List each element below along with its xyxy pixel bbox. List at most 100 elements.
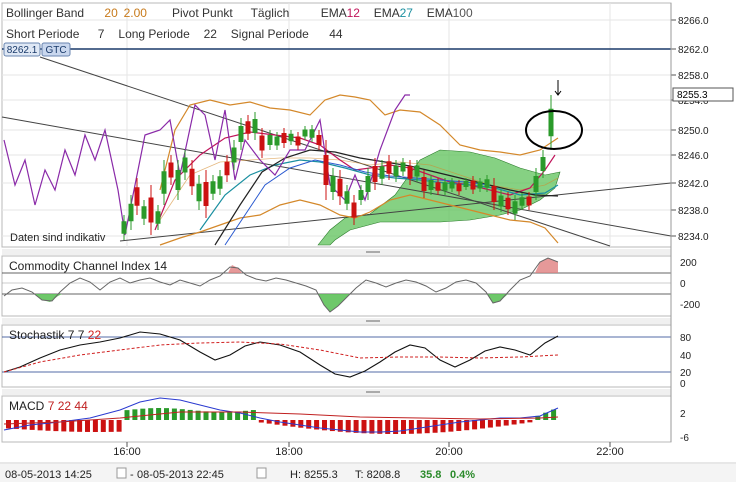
candle-body[interactable] — [121, 221, 127, 234]
candle-body[interactable] — [189, 168, 195, 187]
candle-body[interactable] — [351, 202, 357, 218]
macd-bar — [440, 420, 446, 433]
legend-token: EMA — [321, 6, 347, 20]
candle-body[interactable] — [470, 180, 476, 190]
stochastic-panel[interactable] — [1, 324, 672, 388]
candle-body[interactable] — [323, 155, 329, 185]
candle-body[interactable] — [477, 181, 483, 189]
macd-bar — [408, 420, 414, 434]
candle-body[interactable] — [456, 183, 462, 192]
price-tick: 8258.0 — [678, 71, 709, 82]
price-tick: 8246.0 — [678, 151, 709, 162]
range-start: 08-05-2013 14:25 — [5, 469, 92, 481]
candle-body[interactable] — [288, 133, 294, 142]
svg-text:-: - — [130, 469, 134, 481]
candle-body[interactable] — [203, 182, 209, 206]
chart-canvas[interactable]: 8262.1 GTC Bollinger Band 20 2.00 Pivot Pun… — [0, 0, 736, 482]
candle-body[interactable] — [337, 178, 343, 197]
candle-body[interactable] — [449, 181, 455, 189]
macd-bar — [480, 420, 485, 429]
candle-body[interactable] — [463, 181, 469, 187]
candle-body[interactable] — [533, 176, 539, 192]
candle-body[interactable] — [540, 157, 546, 171]
candle-body[interactable] — [259, 135, 265, 151]
macd-bar — [116, 420, 122, 432]
candle-body[interactable] — [217, 176, 223, 189]
macd-bar — [250, 410, 256, 420]
candle-body[interactable] — [512, 201, 518, 214]
legend-token: 20 — [104, 6, 118, 20]
macd-bar — [85, 420, 90, 432]
candle-body[interactable] — [245, 121, 251, 134]
range-start-picker[interactable] — [116, 467, 127, 479]
candle-body[interactable] — [498, 195, 504, 207]
candle-body[interactable] — [281, 133, 287, 143]
candle-body[interactable] — [358, 190, 364, 200]
candle-body[interactable] — [428, 180, 434, 190]
macd-bar — [298, 420, 304, 428]
candle-body[interactable] — [155, 211, 161, 224]
candle-body[interactable] — [134, 187, 140, 206]
candle-body[interactable] — [224, 161, 230, 176]
candle-body[interactable] — [519, 197, 525, 206]
candle-body[interactable] — [393, 165, 399, 177]
candle-body[interactable] — [344, 191, 350, 204]
candle-body[interactable] — [238, 126, 244, 142]
panel-splitter[interactable] — [2, 249, 671, 255]
legend-line-2: Short Periode 7 Long Periode 22 Signal Perio… — [6, 27, 343, 41]
candle-body[interactable] — [196, 183, 202, 202]
panel-splitter[interactable] — [2, 389, 671, 395]
candle-body[interactable] — [330, 176, 336, 192]
candle-body[interactable] — [435, 182, 441, 191]
candle-body[interactable] — [175, 170, 181, 190]
range-end-picker[interactable] — [256, 467, 267, 479]
candle-body[interactable] — [267, 135, 273, 145]
candle-body[interactable] — [372, 166, 378, 182]
candle-body[interactable] — [526, 196, 532, 206]
candle-body[interactable] — [442, 182, 448, 191]
macd-bar — [77, 420, 83, 432]
candle-body[interactable] — [548, 108, 554, 137]
macd-bar — [353, 420, 359, 433]
macd-bar — [132, 409, 138, 420]
candle-body[interactable] — [407, 166, 413, 179]
candle-body[interactable] — [274, 136, 280, 146]
candle-body[interactable] — [252, 119, 258, 133]
candle-body[interactable] — [161, 171, 167, 194]
candle-body[interactable] — [182, 157, 188, 173]
macd-bar — [511, 420, 517, 425]
candle-body[interactable] — [210, 181, 216, 194]
candle-body[interactable] — [231, 147, 237, 163]
legend-token: 2.00 — [124, 6, 148, 20]
candle-body[interactable] — [491, 186, 497, 202]
legend-token: EMA — [427, 6, 453, 20]
price-tick: 8266.0 — [678, 16, 709, 27]
candle-body[interactable] — [302, 129, 308, 137]
legend-token: Signal Periode — [231, 27, 309, 41]
candle-body[interactable] — [168, 162, 174, 178]
candle-body[interactable] — [379, 166, 385, 179]
legend-token: 22 — [204, 27, 218, 41]
macd-title: MACD 7 22 44 — [9, 399, 88, 413]
macd-bar — [361, 420, 367, 434]
legend-token: Täglich — [251, 6, 290, 20]
macd-tick: -6 — [680, 433, 689, 444]
candle-body[interactable] — [484, 179, 490, 188]
candle-body[interactable] — [400, 162, 406, 172]
panel-splitter[interactable] — [2, 318, 671, 324]
candle-body[interactable] — [309, 129, 315, 138]
candle-body[interactable] — [365, 176, 371, 192]
candle-body[interactable] — [421, 177, 427, 191]
candle-body[interactable] — [141, 206, 147, 219]
candle-body[interactable] — [148, 197, 154, 223]
candle-body[interactable] — [505, 197, 511, 210]
candle-body[interactable] — [386, 161, 392, 174]
stochastic-tick: 0 — [680, 379, 686, 390]
candle-body[interactable] — [128, 203, 134, 222]
price-tick: 8234.0 — [678, 232, 709, 243]
macd-bar — [164, 408, 169, 420]
candle-body[interactable] — [414, 165, 420, 177]
candle-body[interactable] — [316, 135, 322, 145]
macd-bar — [495, 420, 501, 427]
candle-body[interactable] — [295, 136, 301, 146]
